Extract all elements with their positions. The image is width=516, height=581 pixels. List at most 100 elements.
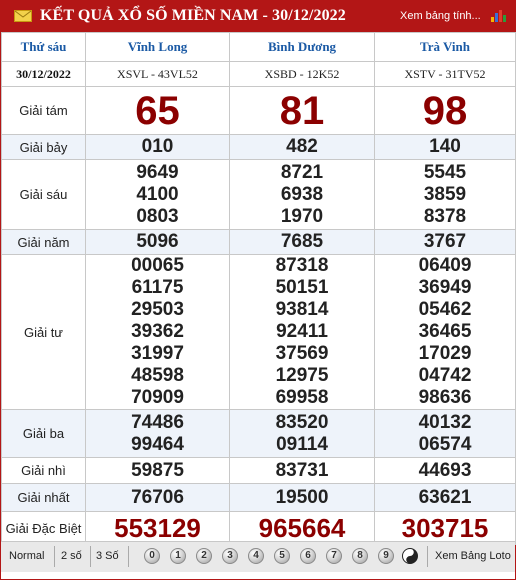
table-head-row: Thứ sáu Vĩnh Long Bình Dương Trà Vinh [1,32,516,62]
digit-filter-3[interactable]: 3 [222,548,238,564]
prize-number: 40132 [418,411,472,433]
prize-number-group: 8721 6938 1970 [229,159,375,230]
prize-row-g5: Giải năm 5096 7685 3767 [1,229,516,255]
digit-filter-5[interactable]: 5 [274,548,290,564]
prize-number: 7685 [229,229,375,255]
prize-number: 06574 [418,433,472,455]
page-title: KẾT QUẢ XỔ SỐ MIỀN NAM - 30/12/2022 [40,7,346,24]
jackpot-number: 303715 [374,511,516,545]
prize-number: 98 [374,86,516,135]
prize-number: 12975 [275,365,329,386]
prize-label: Giải sáu [1,159,86,230]
prize-number: 06409 [418,255,472,276]
prize-number: 63621 [374,483,516,512]
digit-filter-1[interactable]: 1 [170,548,186,564]
prize-number: 93814 [275,299,329,320]
divider [427,546,428,567]
province-name[interactable]: Vĩnh Long [85,32,230,62]
prize-number: 05462 [418,299,472,320]
digit-filter-8[interactable]: 8 [352,548,368,564]
view-loto-link[interactable]: Xem Bảng Loto [435,550,511,562]
footer-toolbar: Normal 2 số 3 Số 0 1 2 3 4 5 6 7 8 9 Xem… [1,541,515,572]
prize-number: 74486 [131,411,184,433]
digit-filter-4[interactable]: 4 [248,548,264,564]
bar-chart-icon[interactable] [491,10,507,22]
prize-label: Giải năm [1,229,86,255]
prize-number: 50151 [275,277,329,298]
prize-label: Giải Đặc Biệt [1,511,86,545]
header-bar: KẾT QUẢ XỔ SỐ MIỀN NAM - 30/12/2022 Xem … [1,0,515,32]
mode-3-digit-button[interactable]: 3 Số [96,550,119,562]
results-panel: KẾT QUẢ XỔ SỐ MIỀN NAM - 30/12/2022 Xem … [0,0,516,580]
prize-row-g2: Giải nhì 59875 83731 44693 [1,457,516,484]
prize-number: 31997 [131,343,184,364]
prize-row-special: Giải Đặc Biệt 553129 965664 303715 [1,511,516,545]
prize-number: 29503 [131,299,184,320]
digit-filter-9[interactable]: 9 [378,548,394,564]
prize-number: 4100 [136,183,179,205]
prize-number: 6938 [280,183,324,205]
prize-number: 482 [229,134,375,160]
prize-number: 5545 [423,161,467,183]
prize-number: 48598 [131,365,184,386]
prize-row-g6: Giải sáu 9649 4100 0803 8721 6938 1970 5… [1,159,516,230]
prize-number-group: 06409 36949 05462 36465 17029 04742 9863… [374,254,516,410]
divider [90,546,91,567]
digit-filter-2[interactable]: 2 [196,548,212,564]
prize-label: Giải ba [1,409,86,458]
prize-number: 8378 [423,205,467,227]
prize-number: 81 [229,86,375,135]
province-name[interactable]: Bình Dương [229,32,375,62]
yin-yang-icon[interactable] [402,548,418,564]
digit-filter-0[interactable]: 0 [144,548,160,564]
prize-number-group: 40132 06574 [374,409,516,458]
prize-number: 09114 [276,433,328,455]
prize-number: 65 [85,86,230,135]
prize-number-group: 83520 09114 [229,409,375,458]
prize-number: 3767 [374,229,516,255]
prize-label: Giải bảy [1,134,86,160]
prize-label: Giải nhất [1,483,86,512]
prize-number: 87318 [275,255,329,276]
prize-number: 8721 [280,161,324,183]
prize-number: 010 [85,134,230,160]
prize-row-g4: Giải tư 00065 61175 29503 39362 31997 48… [1,254,516,410]
prize-number: 61175 [131,277,184,298]
prize-number: 76706 [85,483,230,512]
prize-number: 36949 [418,277,472,298]
prize-row-g8: Giải tám 65 81 98 [1,86,516,135]
prize-number: 19500 [229,483,375,512]
prize-number: 17029 [418,343,472,364]
prize-row-g3: Giải ba 74486 99464 83520 09114 40132 06… [1,409,516,458]
mode-2-digit-button[interactable]: 2 số [61,550,82,562]
weekday-label: Thứ sáu [1,32,86,62]
digit-filter-7[interactable]: 7 [326,548,342,564]
prize-number: 98636 [418,387,472,408]
prize-number: 83520 [275,411,329,433]
prize-number: 04742 [418,365,472,386]
digit-filter-6[interactable]: 6 [300,548,316,564]
prize-number: 00065 [131,255,184,276]
prize-number: 83731 [229,457,375,484]
prize-number-group: 87318 50151 93814 92411 37569 12975 6995… [229,254,375,410]
prize-number: 92411 [276,321,328,342]
prize-number: 5096 [85,229,230,255]
prize-number: 39362 [131,321,184,342]
prize-label: Giải tám [1,86,86,135]
prize-number: 70909 [131,387,184,408]
prize-number: 37569 [275,343,329,364]
prize-number: 44693 [374,457,516,484]
province-name[interactable]: Trà Vinh [374,32,516,62]
mode-normal-button[interactable]: Normal [9,550,44,562]
prize-number: 59875 [85,457,230,484]
prize-number: 0803 [136,205,179,227]
view-table-link[interactable]: Xem bảng tính... [400,10,481,22]
prize-number: 99464 [131,433,184,455]
prize-number-group: 74486 99464 [85,409,230,458]
prize-label: Giải tư [1,254,86,410]
province-code: XSVL - 43VL52 [85,61,230,87]
prize-label: Giải nhì [1,457,86,484]
prize-number: 3859 [423,183,467,205]
divider [128,546,129,567]
draw-date: 30/12/2022 [1,61,86,87]
